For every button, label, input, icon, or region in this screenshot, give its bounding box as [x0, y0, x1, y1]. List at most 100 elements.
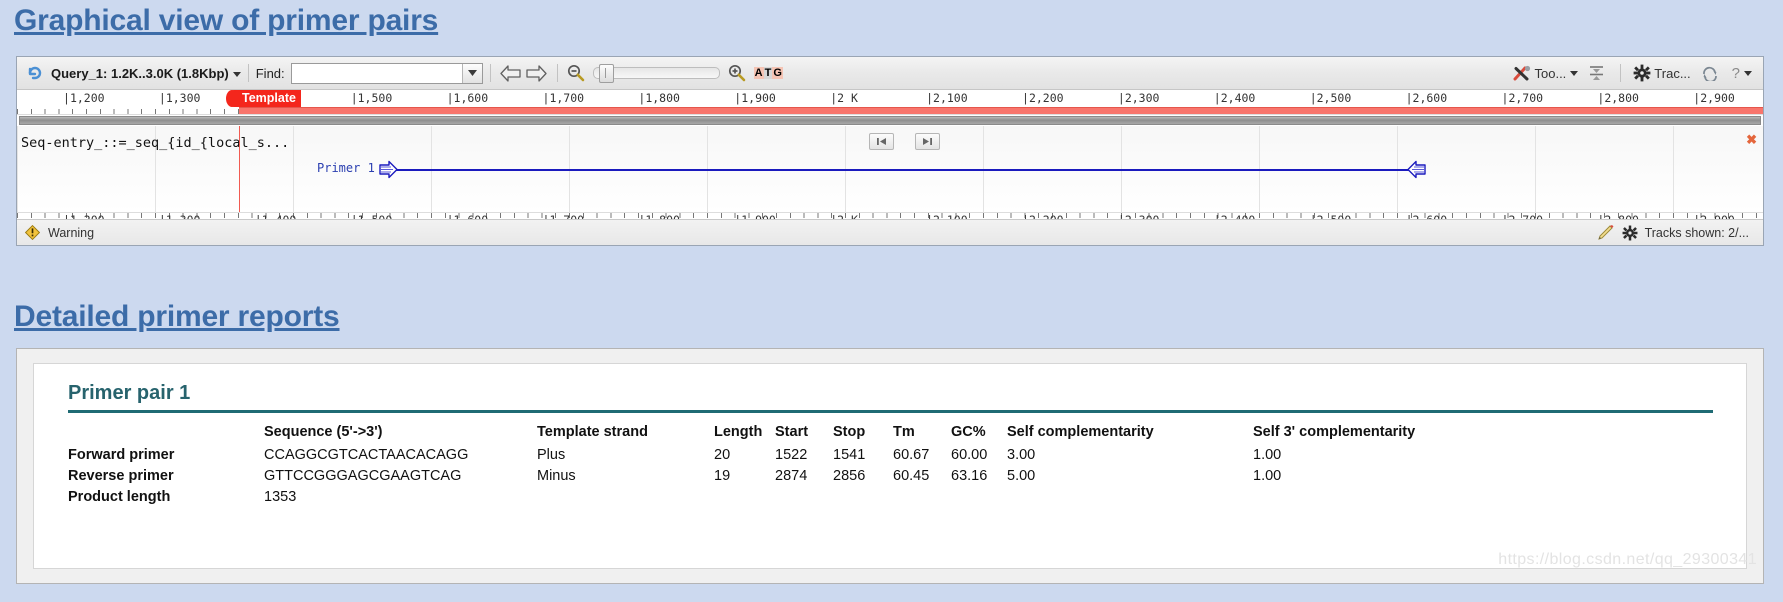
viewer-toolbar: Query_1: 1.2K..3.0K (1.8Kbp) Find: A T G… — [17, 57, 1763, 90]
pencil-icon[interactable] — [1597, 224, 1615, 241]
ruler-tick-label: 1,300 — [159, 91, 201, 105]
cell-reverse-self3-comp: 1.00 — [1253, 468, 1282, 484]
align-icon — [1590, 65, 1604, 80]
cell-reverse-stop: 2856 — [833, 468, 866, 484]
ruler-tick-label: 1,200 — [63, 91, 105, 105]
cell-reverse-gc: 63.16 — [951, 468, 988, 484]
row-label-forward: Forward primer — [68, 447, 175, 463]
ruler-tick-label: 1,900 — [734, 91, 776, 105]
reload-icon — [1702, 66, 1717, 81]
viewer-status-bar: Warning Tracks shown: 2/... — [17, 219, 1763, 245]
page-title-graphical-view: Graphical view of primer pairs — [14, 4, 439, 37]
chevron-down-icon — [1570, 70, 1579, 76]
ruler-tick-label: 2,900 — [1693, 91, 1735, 105]
atg-letter-a: A — [753, 67, 764, 79]
col-header-strand: Template strand — [537, 424, 648, 440]
col-header-blank — [68, 421, 264, 445]
table-header-row: Sequence (5'->3') Template strand Length… — [68, 421, 1473, 445]
atg-letter-g: G — [772, 67, 783, 79]
forward-primer-arrow-icon[interactable] — [379, 160, 398, 179]
cell-empty — [537, 487, 1473, 508]
sequence-track-title[interactable]: Seq-entry_::=_seq_{id_{local_s... — [21, 135, 289, 151]
zoom-in-icon[interactable] — [726, 62, 748, 84]
find-label: Find: — [255, 65, 285, 81]
template-badge: Template — [226, 90, 301, 107]
reload-button[interactable] — [1696, 61, 1727, 85]
cell-reverse-sequence: GTTCCGGGAGCGAAGTCAG — [264, 468, 462, 484]
tracks-button[interactable]: Trac... — [1628, 61, 1695, 85]
toolbar-divider-1 — [247, 64, 249, 82]
range-selector-label: Query_1: 1.2K..3.0K (1.8Kbp) — [51, 65, 229, 81]
ruler-tick-label: 1,500 — [351, 91, 393, 105]
warning-text: Warning — [48, 225, 95, 240]
ruler-tick-label: 2,100 — [926, 91, 968, 105]
range-selector[interactable]: Query_1: 1.2K..3.0K (1.8Kbp) — [51, 66, 241, 81]
align-button[interactable] — [1583, 61, 1613, 85]
zoom-slider-thumb[interactable] — [598, 64, 614, 83]
col-header-self3-comp: Self 3' complementarity — [1253, 424, 1416, 440]
close-icon[interactable]: ✖ — [1746, 132, 1757, 148]
zoom-slider[interactable] — [592, 64, 720, 83]
cell-forward-self-comp: 3.00 — [1007, 447, 1036, 463]
ruler-top[interactable]: Template 1,2001,3001,4001,5001,6001,7001… — [17, 90, 1763, 115]
tools-label: Too... — [1534, 65, 1567, 81]
col-header-length: Length — [714, 424, 763, 440]
arrow-left-icon[interactable] — [498, 62, 524, 84]
cell-reverse-strand: Minus — [537, 468, 576, 484]
primer-track-row: Primer 1 — [17, 158, 1763, 180]
ruler-tick-label: 1,600 — [447, 91, 489, 105]
ruler-tick-label: 2,800 — [1597, 91, 1639, 105]
help-button[interactable]: ? — [1727, 61, 1757, 85]
col-header-gc: GC% — [951, 424, 986, 440]
primer-pair-card: Primer pair 1 Sequence (5'->3') Template… — [33, 363, 1747, 569]
row-label-reverse: Reverse primer — [68, 468, 174, 484]
help-icon: ? — [1731, 64, 1740, 82]
skip-next-icon[interactable] — [915, 133, 940, 150]
ruler-tick-label: 2,500 — [1310, 91, 1352, 105]
cell-reverse-start: 2874 — [775, 468, 808, 484]
tracks-area: Seq-entry_::=_seq_{id_{local_s... ✖ Prim… — [17, 126, 1763, 212]
cell-forward-strand: Plus — [537, 447, 566, 463]
primer-amplicon-line — [389, 169, 1418, 171]
toolbar-divider-2 — [489, 64, 491, 82]
ruler-tick-label: 2,300 — [1118, 91, 1160, 105]
arrow-right-icon[interactable] — [524, 62, 550, 84]
col-header-start: Start — [775, 424, 809, 440]
reverse-primer-arrow-icon[interactable] — [1407, 160, 1426, 179]
cell-reverse-self-comp: 5.00 — [1007, 468, 1036, 484]
ruler-tick-label: 2,200 — [1022, 91, 1064, 105]
tracks-label: Trac... — [1654, 65, 1691, 81]
tools-button[interactable]: Too... — [1508, 61, 1584, 85]
template-span-bar — [239, 107, 1763, 114]
scrollbar-thumb[interactable] — [19, 116, 1761, 125]
zoom-out-icon[interactable] — [565, 62, 587, 84]
cell-forward-self3-comp: 1.00 — [1253, 447, 1282, 463]
cell-forward-sequence: CCAGGCGTCACTAACACAGG — [264, 447, 469, 463]
gear-icon — [1633, 64, 1651, 82]
cell-forward-stop: 1541 — [833, 447, 866, 463]
cell-forward-start: 1522 — [775, 447, 808, 463]
reports-panel: Primer pair 1 Sequence (5'->3') Template… — [16, 348, 1764, 584]
toolbar-divider-3 — [556, 64, 558, 82]
viewer-horizontal-scrollbar[interactable] — [17, 115, 1763, 126]
tracks-shown-label[interactable]: Tracks shown: 2/... — [1645, 226, 1749, 240]
undo-icon[interactable] — [23, 62, 45, 84]
primer-label: Primer 1 — [317, 161, 375, 175]
col-header-stop: Stop — [833, 424, 866, 440]
chevron-down-icon[interactable] — [461, 63, 482, 83]
tools-icon — [1513, 65, 1530, 80]
ruler-tick-label: 2,400 — [1214, 91, 1256, 105]
search-input[interactable] — [291, 63, 462, 83]
row-label-product-length: Product length — [68, 489, 171, 505]
gear-icon[interactable] — [1622, 225, 1638, 241]
toolbar-divider-4 — [1620, 64, 1622, 82]
cell-forward-gc: 60.00 — [951, 447, 988, 463]
col-header-self-comp: Self complementarity — [1007, 424, 1154, 440]
skip-previous-icon[interactable] — [869, 133, 894, 150]
chevron-down-icon — [1744, 70, 1752, 76]
graphical-viewer-panel: Query_1: 1.2K..3.0K (1.8Kbp) Find: A T G… — [16, 56, 1764, 246]
cell-reverse-length: 19 — [714, 468, 731, 484]
template-start-marker — [239, 126, 240, 212]
find-combobox[interactable] — [290, 62, 483, 84]
atg-icon[interactable]: ATG — [753, 67, 783, 79]
